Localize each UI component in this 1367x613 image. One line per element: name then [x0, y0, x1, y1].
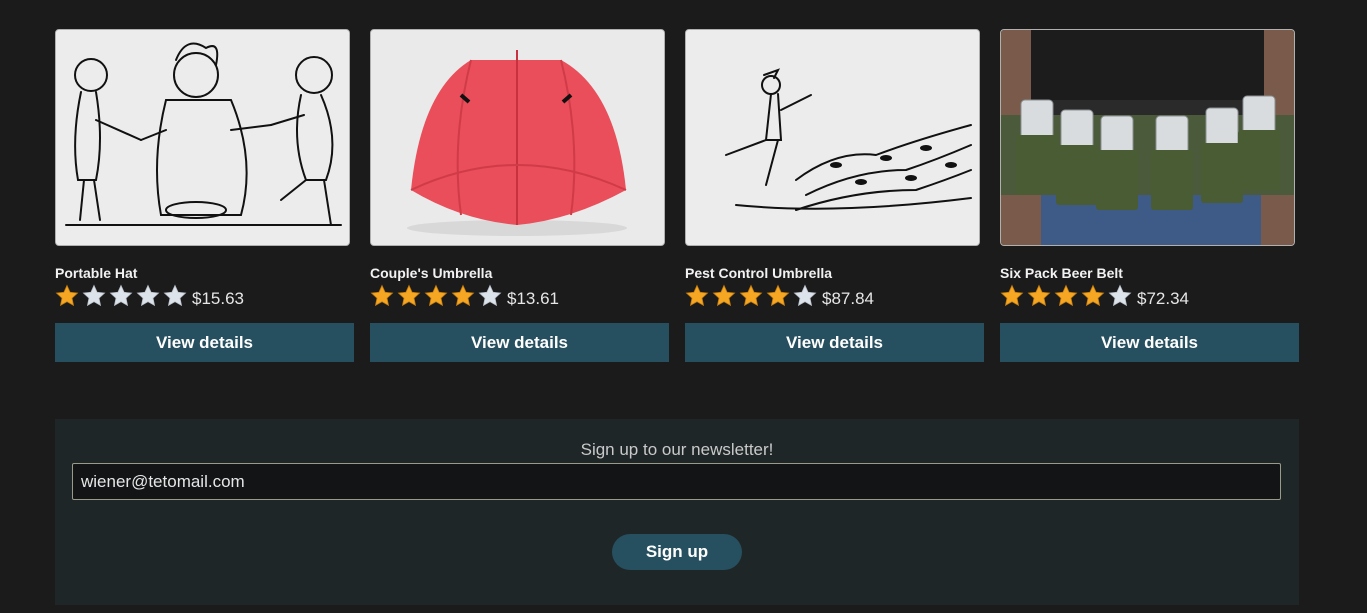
pied-piper-sketch-icon	[686, 30, 979, 245]
product-card: Portable Hat $15.63 View details	[55, 29, 354, 362]
newsletter-email-input[interactable]	[72, 463, 1281, 500]
view-details-button[interactable]: View details	[685, 323, 984, 362]
newsletter-title: Sign up to our newsletter!	[580, 440, 774, 459]
red-umbrella-icon	[371, 30, 664, 245]
star-filled-icon	[685, 284, 709, 307]
star-empty-icon	[109, 284, 133, 307]
star-empty-icon	[136, 284, 160, 307]
product-name[interactable]: Six Pack Beer Belt	[1000, 265, 1299, 282]
star-empty-icon	[1108, 284, 1132, 307]
star-rating	[55, 284, 187, 308]
product-image[interactable]	[1000, 29, 1295, 246]
view-details-button[interactable]: View details	[1000, 323, 1299, 362]
star-rating	[685, 284, 817, 308]
product-image[interactable]	[685, 29, 980, 246]
product-name[interactable]: Portable Hat	[55, 265, 354, 282]
star-filled-icon	[55, 284, 79, 307]
product-rating: $15.63	[55, 283, 354, 309]
newsletter-section: Sign up to our newsletter! Sign up	[55, 419, 1299, 605]
product-price: $72.34	[1137, 289, 1189, 308]
product-name[interactable]: Pest Control Umbrella	[685, 265, 984, 282]
view-details-button[interactable]: View details	[370, 323, 669, 362]
product-name[interactable]: Couple's Umbrella	[370, 265, 669, 282]
star-filled-icon	[739, 284, 763, 307]
star-filled-icon	[1081, 284, 1105, 307]
product-rating: $72.34	[1000, 283, 1299, 309]
cartoon-people-drawing-icon	[56, 30, 349, 245]
product-card: Six Pack Beer Belt $72.34 View details	[1000, 29, 1299, 362]
product-rating: $13.61	[370, 283, 669, 309]
star-filled-icon	[451, 284, 475, 307]
star-empty-icon	[82, 284, 106, 307]
star-filled-icon	[397, 284, 421, 307]
star-filled-icon	[1027, 284, 1051, 307]
product-image[interactable]	[370, 29, 665, 246]
star-empty-icon	[163, 284, 187, 307]
product-card: Couple's Umbrella $13.61 View details	[370, 29, 669, 362]
star-filled-icon	[1054, 284, 1078, 307]
view-details-button[interactable]: View details	[55, 323, 354, 362]
star-filled-icon	[712, 284, 736, 307]
product-grid: Portable Hat $15.63 View details Couple'…	[55, 29, 1300, 369]
star-empty-icon	[478, 284, 502, 307]
star-filled-icon	[1000, 284, 1024, 307]
star-filled-icon	[766, 284, 790, 307]
star-filled-icon	[424, 284, 448, 307]
beer-belt-photo-icon	[1001, 30, 1294, 245]
product-price: $87.84	[822, 289, 874, 308]
star-rating	[1000, 284, 1132, 308]
sign-up-button[interactable]: Sign up	[612, 534, 742, 570]
product-image[interactable]	[55, 29, 350, 246]
product-card: Pest Control Umbrella $87.84 View detail…	[685, 29, 984, 362]
star-filled-icon	[370, 284, 394, 307]
star-empty-icon	[793, 284, 817, 307]
star-rating	[370, 284, 502, 308]
product-rating: $87.84	[685, 283, 984, 309]
product-price: $13.61	[507, 289, 559, 308]
product-price: $15.63	[192, 289, 244, 308]
